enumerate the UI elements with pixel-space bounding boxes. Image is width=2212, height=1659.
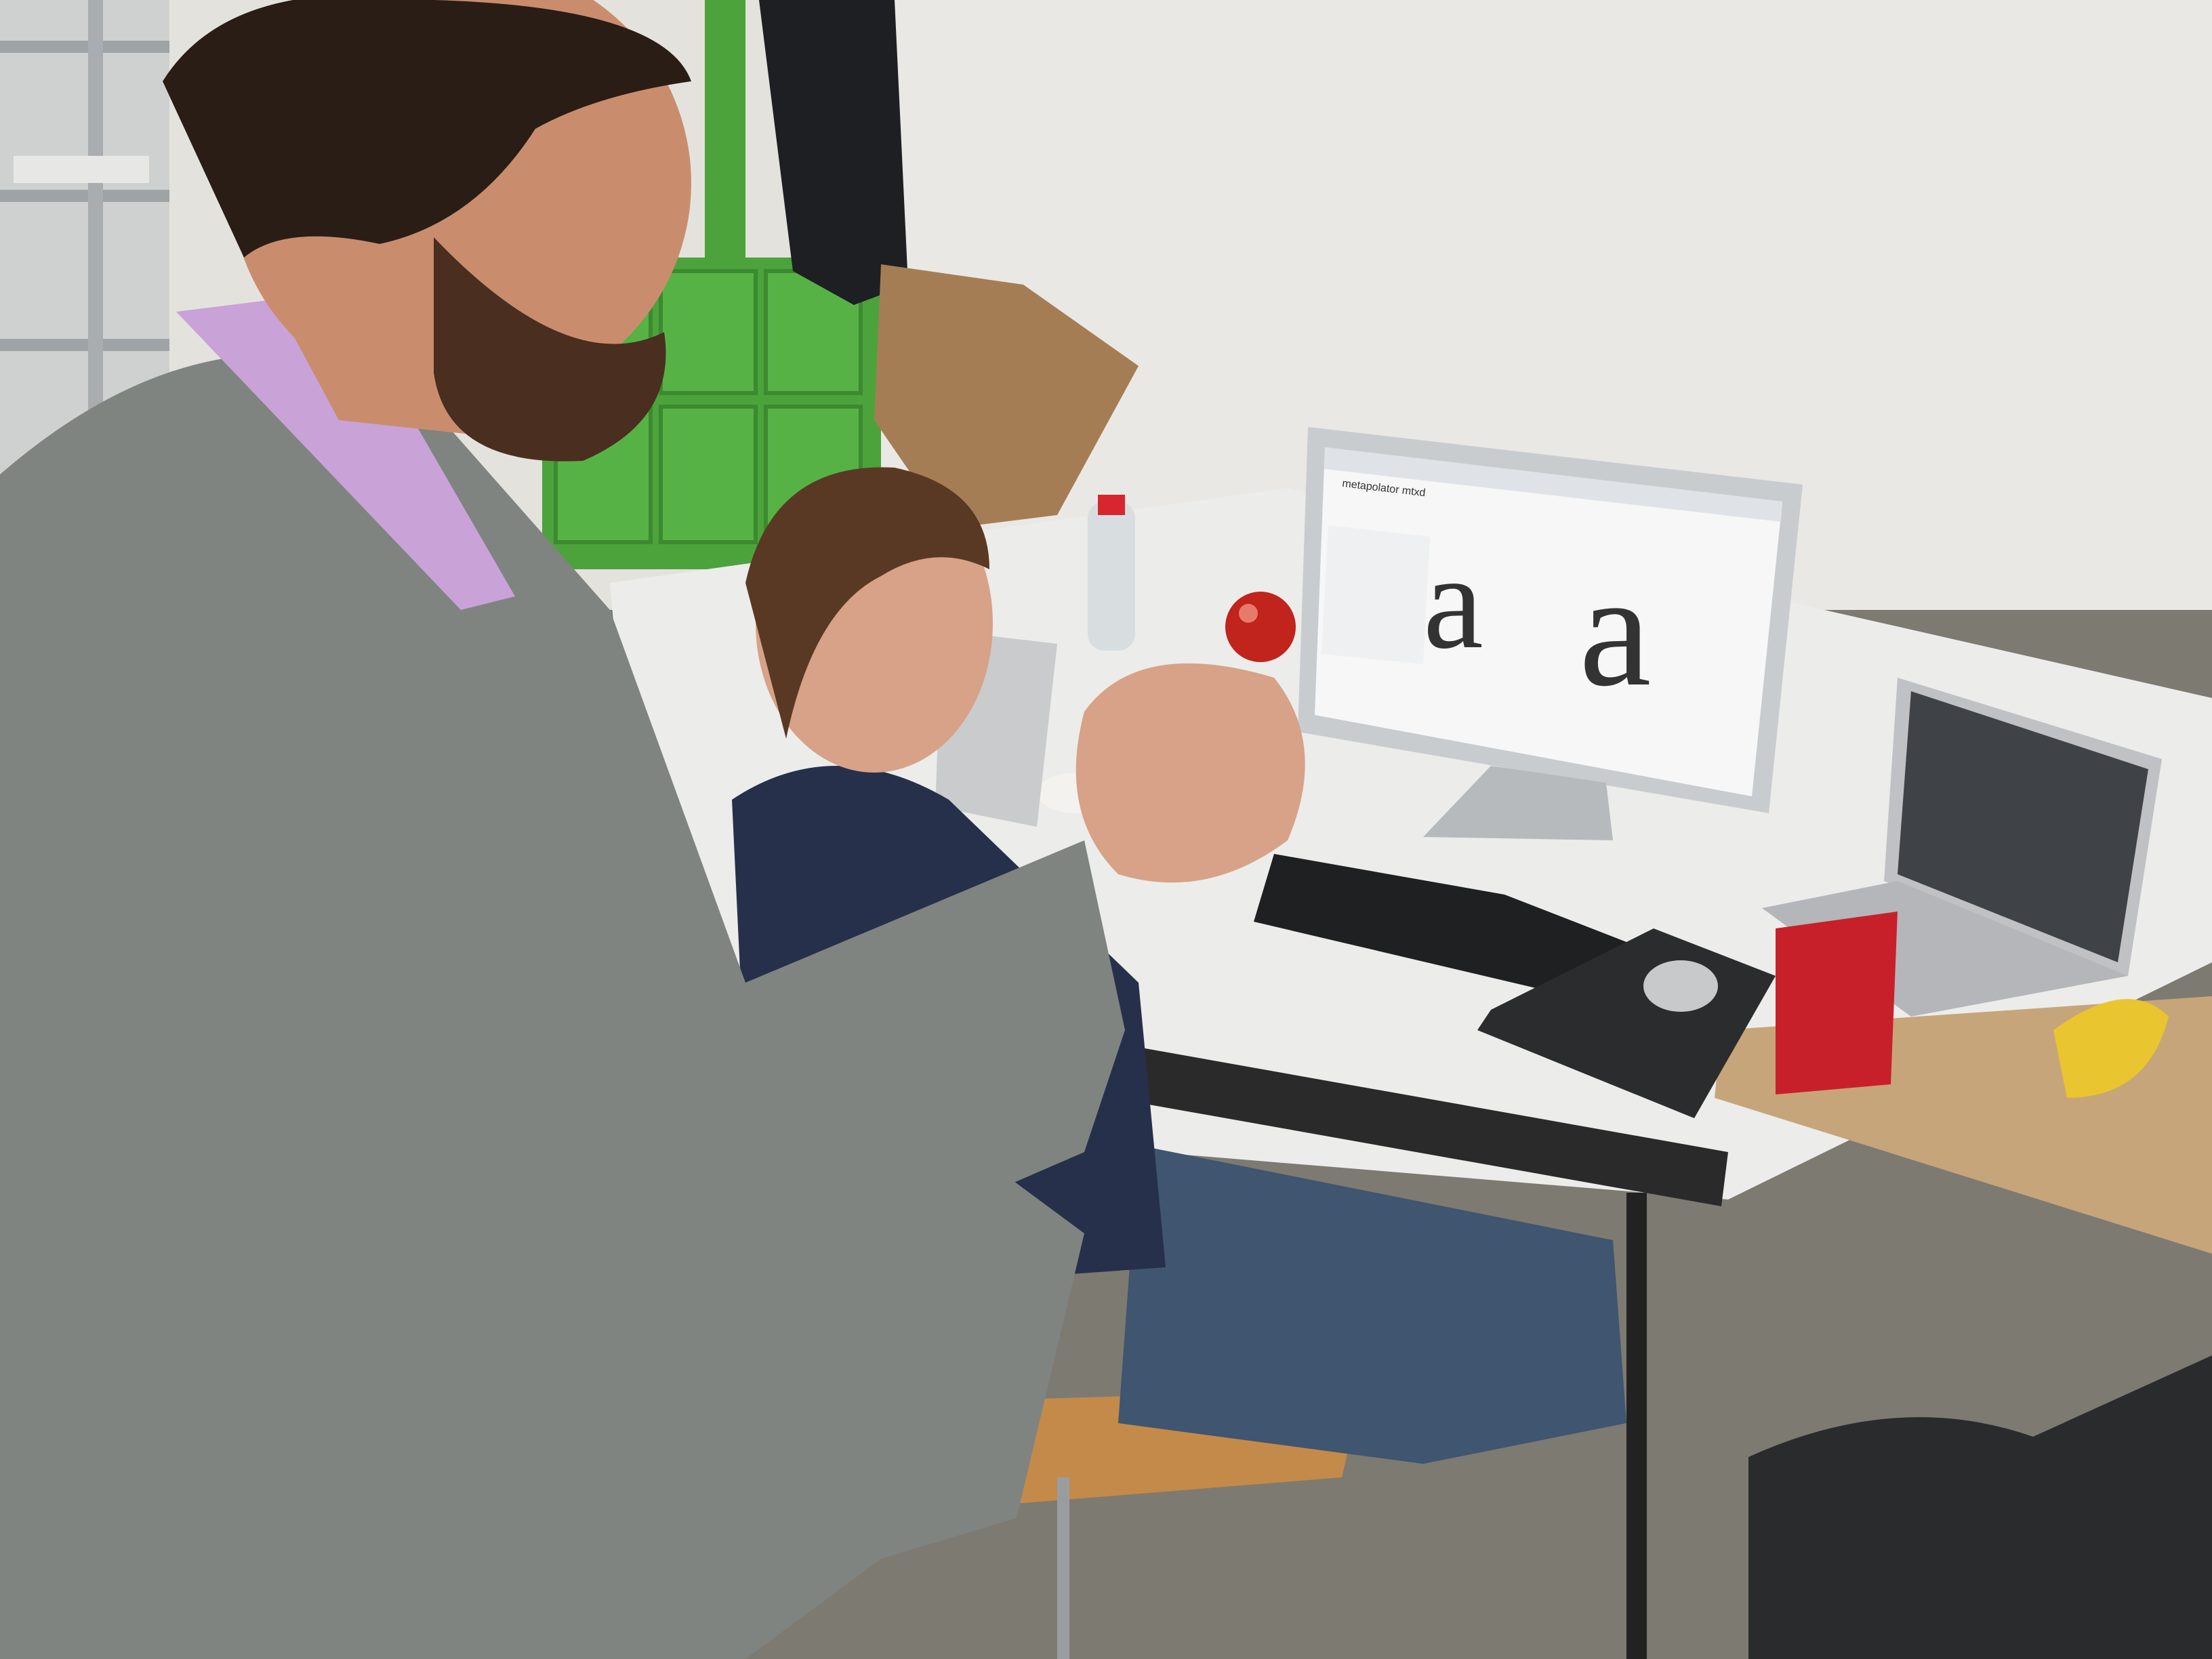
bottle-cap xyxy=(1098,495,1125,515)
photo-scene: metapolator mtxd a a xyxy=(0,0,2212,1659)
glyph-preview-left: a xyxy=(1423,527,1483,677)
chair-leg xyxy=(1057,1477,1069,1659)
desk-leg xyxy=(1626,1193,1647,1659)
chocolate-highlight xyxy=(1239,604,1258,623)
water-bottle xyxy=(1088,501,1135,651)
mouse xyxy=(1643,960,1718,1012)
red-box xyxy=(1776,912,1898,1094)
glyph-preview-right: a xyxy=(1579,539,1652,720)
standing-man-hand xyxy=(1076,663,1305,883)
editor-sidebar xyxy=(1322,525,1430,664)
chocolate-ball xyxy=(1225,592,1296,662)
